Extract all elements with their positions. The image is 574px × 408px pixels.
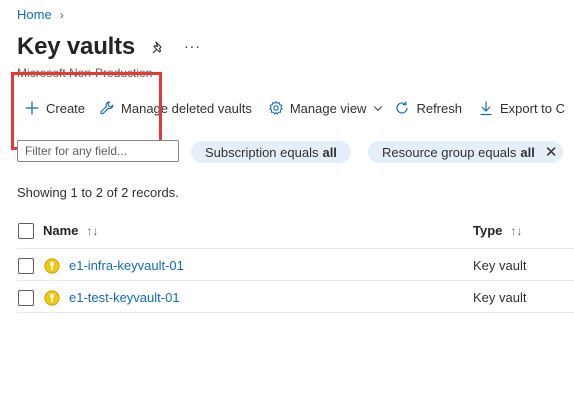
close-icon[interactable]: ✕: [545, 143, 558, 161]
refresh-label: Refresh: [416, 100, 462, 116]
select-all-checkbox[interactable]: [18, 223, 34, 239]
highlight-box: [11, 72, 162, 150]
subscription-filter-value: all: [322, 144, 337, 160]
row-divider: [17, 312, 574, 313]
header-divider: [17, 248, 574, 249]
vault-type: Key vault: [473, 290, 527, 305]
table-row: e1-infra-keyvault-01: [69, 258, 184, 273]
row-divider: [17, 280, 574, 281]
manage-view-button[interactable]: Manage view: [268, 100, 385, 116]
vault-type: Key vault: [473, 258, 527, 273]
manage-view-label: Manage view: [289, 100, 367, 116]
sort-icon: ↑↓: [510, 223, 523, 238]
export-button[interactable]: Export to C: [478, 100, 565, 116]
refresh-icon: [396, 101, 409, 114]
export-label: Export to C: [499, 100, 566, 116]
chevron-down-icon: [374, 106, 383, 111]
subscription-filter-pill[interactable]: Subscription equals all: [191, 141, 351, 163]
row-checkbox[interactable]: [18, 258, 34, 274]
chevron-right-icon: ›: [59, 7, 64, 22]
sort-icon: ↑↓: [86, 223, 99, 238]
vault-name-link[interactable]: e1-infra-keyvault-01: [69, 258, 184, 273]
download-icon: [480, 101, 492, 116]
resource-group-filter-pill[interactable]: Resource group equals all ✕: [368, 141, 564, 163]
subscription-filter-prefix: Subscription equals: [205, 144, 319, 160]
resource-group-filter-prefix: Resource group equals: [382, 144, 517, 160]
breadcrumb: Home ›: [17, 7, 64, 22]
key-vault-icon: [44, 258, 60, 274]
row-checkbox[interactable]: [18, 290, 34, 306]
resource-group-filter-value: all: [520, 144, 535, 160]
column-header-type[interactable]: Type ↑↓: [473, 223, 522, 238]
refresh-button[interactable]: Refresh: [394, 100, 462, 116]
pin-icon[interactable]: [150, 40, 166, 56]
column-header-name-label: Name: [43, 223, 79, 238]
breadcrumb-home-link[interactable]: Home: [17, 7, 52, 22]
filter-input[interactable]: [17, 140, 179, 162]
column-header-type-label: Type: [473, 223, 503, 238]
more-icon[interactable]: ···: [184, 38, 201, 54]
gear-icon: [269, 101, 283, 115]
table-row: e1-test-keyvault-01: [69, 290, 180, 305]
column-header-name[interactable]: Name ↑↓: [43, 223, 98, 238]
page-title: Key vaults: [17, 33, 136, 60]
records-count: Showing 1 to 2 of 2 records.: [17, 185, 179, 200]
key-vault-icon: [44, 290, 60, 306]
vault-name-link[interactable]: e1-test-keyvault-01: [69, 290, 180, 305]
